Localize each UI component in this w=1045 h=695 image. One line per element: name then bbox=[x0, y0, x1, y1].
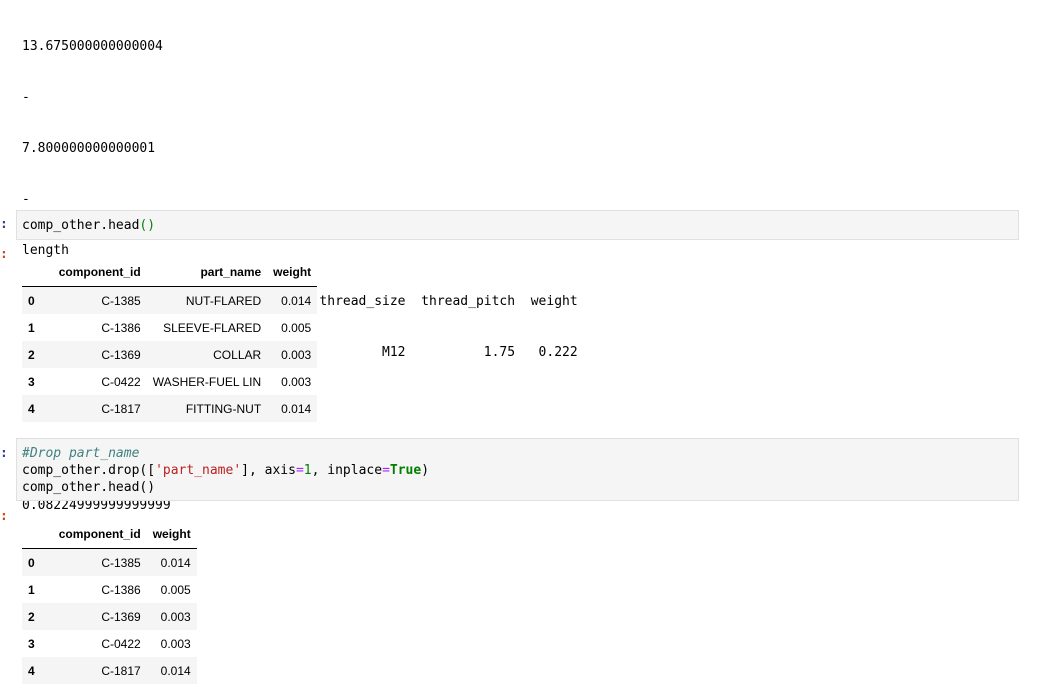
table-row: 1 C-1386 0.005 bbox=[22, 576, 197, 603]
code-token: ) bbox=[421, 463, 430, 478]
code-comment: #Drop part_name bbox=[22, 446, 140, 461]
table-cell: C-1369 bbox=[101, 347, 141, 362]
column-header: component_id bbox=[40, 520, 147, 549]
table-row: 2 C-1369 0.003 bbox=[22, 603, 197, 630]
output-prompt: : bbox=[0, 509, 8, 524]
table-cell: 0.005 bbox=[160, 582, 191, 597]
table-row: 3 C-0422 WASHER-FUEL LIN 0.003 bbox=[22, 368, 317, 395]
stdout-line: 7.800000000000001 bbox=[22, 141, 156, 156]
code-token: ], axis bbox=[241, 463, 296, 478]
table-cell: C-0422 bbox=[101, 636, 141, 651]
table-cell: C-1385 bbox=[101, 555, 141, 570]
dataframe-table: component_id part_name weight 0 C-1385 N… bbox=[22, 258, 318, 422]
table-row: 4 C-1817 0.014 bbox=[22, 657, 197, 684]
table-cell: 0.003 bbox=[160, 609, 191, 624]
code-operator: = bbox=[295, 463, 304, 478]
code-token: comp_other.drop([ bbox=[22, 463, 156, 478]
row-index: 3 bbox=[28, 374, 35, 389]
row-index: 4 bbox=[28, 401, 35, 416]
input-prompt: : bbox=[0, 217, 8, 232]
code-token: () bbox=[139, 218, 156, 233]
output-prompt: : bbox=[0, 247, 8, 262]
table-row: 0 C-1385 0.014 bbox=[22, 548, 197, 576]
stdout-line: 13.675000000000004 bbox=[22, 39, 163, 54]
stdout-line: - bbox=[22, 90, 30, 105]
table-cell: C-1386 bbox=[101, 320, 141, 335]
code-token: comp_other.head bbox=[22, 218, 140, 233]
row-index: 0 bbox=[28, 555, 35, 570]
row-index: 2 bbox=[28, 609, 35, 624]
column-header: weight bbox=[267, 258, 318, 287]
code-token: , inplace bbox=[311, 463, 383, 478]
code-string: 'part_name' bbox=[155, 463, 242, 478]
table-cell: 0.014 bbox=[160, 663, 191, 678]
column-header: component_id bbox=[40, 258, 147, 287]
code-line: #Drop part_name bbox=[17, 445, 1018, 462]
column-header: weight bbox=[146, 520, 197, 549]
table-cell: 0.003 bbox=[160, 636, 191, 651]
dataframe-table: component_id weight 0 C-1385 0.014 1 C-1… bbox=[22, 520, 197, 684]
table-row: 3 C-0422 0.003 bbox=[22, 630, 197, 657]
row-index: 4 bbox=[28, 663, 35, 678]
code-cell-input[interactable]: comp_other.head() bbox=[16, 210, 1019, 240]
table-row: 1 C-1386 SLEEVE-FLARED 0.005 bbox=[22, 314, 317, 341]
column-header: part_name bbox=[146, 258, 268, 287]
table-header-row: component_id weight bbox=[22, 520, 197, 549]
index-header bbox=[22, 520, 41, 549]
table-cell: COLLAR bbox=[213, 347, 262, 362]
table-cell: 0.014 bbox=[281, 401, 312, 416]
table-cell: C-1369 bbox=[101, 609, 141, 624]
code-operator: = bbox=[382, 463, 390, 478]
table-cell: C-1386 bbox=[101, 582, 141, 597]
table-cell: C-0422 bbox=[101, 374, 141, 389]
table-cell: 0.003 bbox=[281, 347, 312, 362]
table-cell: C-1817 bbox=[101, 401, 141, 416]
table-cell: 0.014 bbox=[160, 555, 191, 570]
row-index: 1 bbox=[28, 320, 35, 335]
input-prompt: : bbox=[0, 446, 8, 461]
row-index: 3 bbox=[28, 636, 35, 651]
table-cell: WASHER-FUEL LIN bbox=[152, 374, 262, 389]
table-cell: FITTING-NUT bbox=[185, 401, 262, 416]
table-cell: C-1385 bbox=[101, 293, 141, 308]
table-cell: 0.014 bbox=[281, 293, 312, 308]
index-header bbox=[22, 258, 41, 287]
table-cell: NUT-FLARED bbox=[185, 293, 262, 308]
row-index: 0 bbox=[28, 293, 35, 308]
stdout-line: - bbox=[22, 192, 30, 207]
stdout-line: length bbox=[22, 243, 69, 258]
code-keyword: True bbox=[389, 463, 422, 478]
code-line: comp_other.head() bbox=[17, 479, 1018, 496]
table-row: 4 C-1817 FITTING-NUT 0.014 bbox=[22, 395, 318, 422]
table-cell: C-1817 bbox=[101, 663, 141, 678]
table-cell: SLEEVE-FLARED bbox=[163, 320, 262, 335]
row-index: 1 bbox=[28, 582, 35, 597]
code-line: comp_other.head() bbox=[17, 217, 1018, 234]
table-row: 0 C-1385 NUT-FLARED 0.014 bbox=[22, 286, 318, 314]
table-cell: 0.003 bbox=[281, 374, 312, 389]
code-number: 1 bbox=[303, 463, 312, 478]
table-header-row: component_id part_name weight bbox=[22, 258, 318, 287]
table-cell: 0.005 bbox=[281, 320, 312, 335]
code-line: comp_other.drop(['part_name'], axis=1, i… bbox=[17, 462, 1018, 479]
code-cell-input[interactable]: #Drop part_name comp_other.drop(['part_n… bbox=[16, 438, 1019, 501]
table-row: 2 C-1369 COLLAR 0.003 bbox=[22, 341, 318, 368]
code-token: comp_other.head() bbox=[22, 480, 156, 495]
row-index: 2 bbox=[28, 347, 35, 362]
